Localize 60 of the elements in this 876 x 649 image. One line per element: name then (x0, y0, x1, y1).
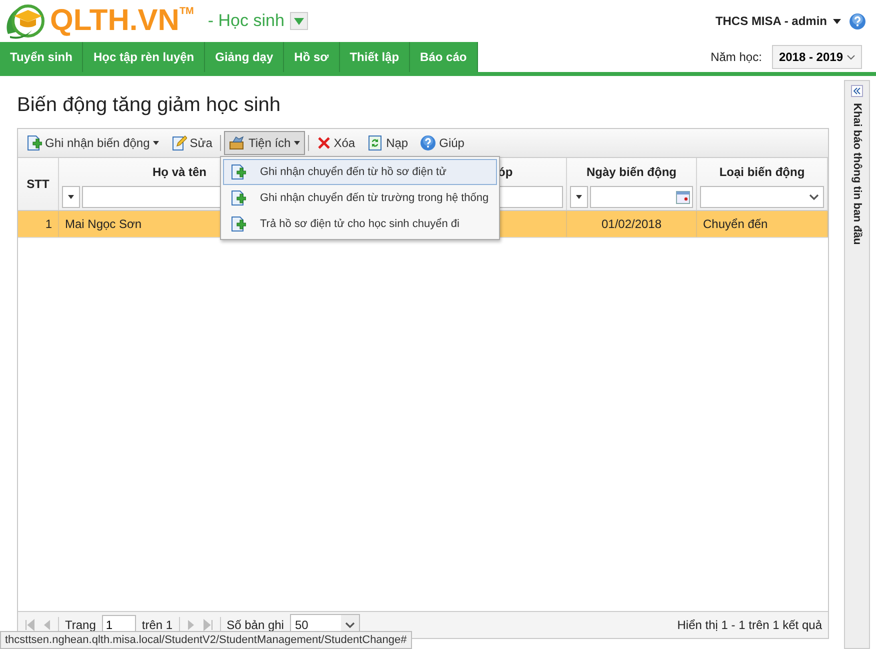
page-label: Trang (65, 618, 96, 632)
first-page-icon[interactable] (24, 619, 36, 631)
caret-icon (68, 195, 74, 199)
records-label: Số bản ghi (226, 618, 284, 632)
date-filter-field[interactable] (590, 186, 693, 208)
chevron-icon (344, 622, 355, 628)
document-add-icon (230, 164, 246, 180)
filter-operator-button[interactable] (62, 186, 80, 208)
table-cell: Chuyển đến (703, 217, 768, 231)
toolbar-button[interactable]: Xóa (312, 131, 360, 155)
column-header: Ngày biến động (586, 164, 676, 181)
chevron-icon (847, 54, 855, 60)
menu-item[interactable]: Trả hồ sơ điện tử cho học sinh chuyển đi (223, 211, 497, 237)
caret-icon (294, 18, 304, 24)
delete-icon (316, 136, 331, 150)
toolbar-button[interactable]: Sửa (166, 131, 218, 155)
previous-page-icon[interactable] (42, 619, 52, 631)
caret-icon (576, 195, 582, 199)
toolbar-button[interactable]: Nạp (362, 131, 414, 155)
menu-item[interactable]: Ghi nhận chuyển đến từ trường trong hệ thống (223, 185, 497, 211)
toolbox-icon (229, 135, 246, 151)
toolbar-button[interactable]: Ghi nhận biến động (21, 131, 164, 155)
chevron-icon (809, 194, 819, 200)
calendar-icon[interactable] (676, 190, 690, 204)
column-header: STT (26, 176, 50, 193)
result-summary: Hiển thị 1 - 1 trên 1 kết quả (677, 618, 822, 632)
document-add-icon (230, 216, 246, 232)
document-add-icon (230, 190, 246, 206)
page-count: trên 1 (142, 618, 173, 632)
table-cell: Mai Ngọc Sơn (65, 217, 142, 231)
filter-operator-button[interactable] (570, 186, 588, 208)
help-icon[interactable] (849, 12, 866, 30)
user-menu[interactable]: THCS MISA - admin (715, 14, 827, 28)
logo-text: QLTH.VN (50, 6, 180, 36)
module-title: - Học sinh (208, 11, 284, 31)
refresh-icon (367, 135, 384, 151)
table-cell: 1 (45, 217, 52, 231)
last-page-icon[interactable] (202, 619, 214, 631)
toolbar-button[interactable]: Giúp (415, 131, 470, 155)
caret-icon (152, 141, 159, 145)
next-page-icon[interactable] (186, 619, 196, 631)
column-header: Họ và tên (152, 164, 206, 181)
expand-icon[interactable] (851, 85, 864, 97)
menu-item[interactable]: Ghi nhận chuyển đến từ hồ sơ điện tử (223, 159, 497, 185)
toolbar-button[interactable]: Tiện ích (224, 131, 305, 155)
caret-icon (294, 141, 300, 145)
url-tooltip: thcsttsen.nghean.qlth.misa.local/StudentV2/StudentManagement/StudentChange# (0, 631, 412, 649)
module-dropdown[interactable] (290, 12, 308, 30)
page-title: Biến động tăng giảm học sinh (17, 94, 282, 117)
filter-select[interactable] (700, 186, 824, 208)
help-icon (420, 135, 436, 151)
document-add-icon (26, 135, 42, 151)
caret-icon (833, 18, 841, 24)
school-year-label: Năm học: (710, 50, 762, 64)
edit-icon (170, 135, 187, 151)
table-cell: 01/02/2018 (601, 217, 662, 231)
trademark: TM (179, 6, 194, 17)
school-year-select[interactable]: 2018 - 2019 (772, 45, 862, 69)
side-panel-title[interactable]: Khai báo thông tin ban đầu (851, 103, 864, 245)
column-header: Loại biến động (719, 164, 805, 181)
